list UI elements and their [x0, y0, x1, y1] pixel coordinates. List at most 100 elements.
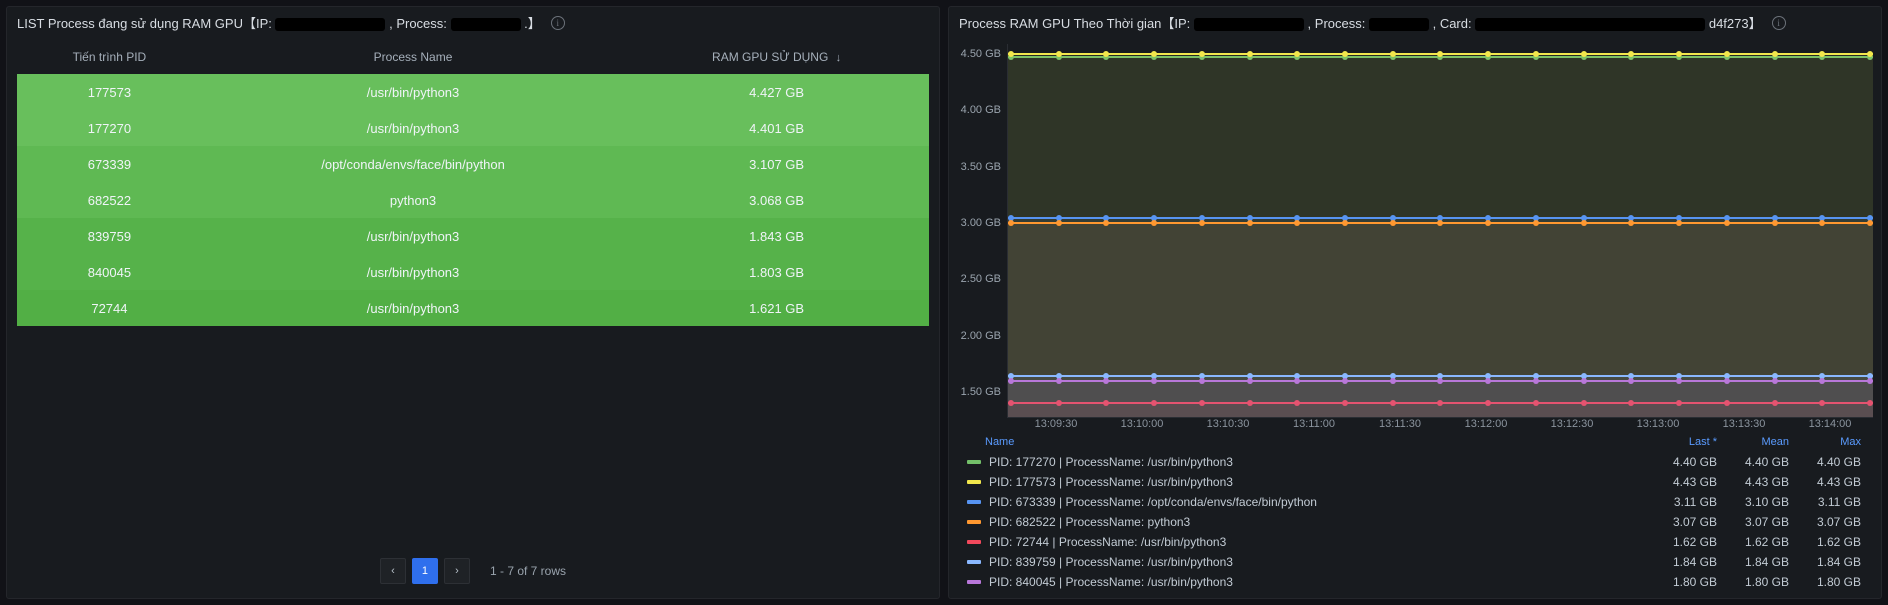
legend-row[interactable]: PID: 673339 | ProcessName: /opt/conda/en… [959, 492, 1869, 512]
pager-page-1[interactable]: 1 [412, 558, 438, 584]
legend-max: 1.62 GB [1789, 535, 1861, 549]
cell-name: /usr/bin/python3 [202, 110, 624, 146]
plot-area[interactable]: 4.50 GB4.00 GB3.50 GB3.00 GB2.50 GB2.00 … [955, 44, 1873, 418]
chart-title-prefix: Process RAM GPU Theo Thời gian【IP: [959, 16, 1194, 31]
chart-body: 4.50 GB4.00 GB3.50 GB3.00 GB2.50 GB2.00 … [949, 38, 1881, 598]
legend-col-max[interactable]: Max [1789, 436, 1861, 448]
legend-mean: 3.07 GB [1717, 515, 1789, 529]
legend-max: 4.40 GB [1789, 455, 1861, 469]
cell-name: /usr/bin/python3 [202, 254, 624, 290]
legend-swatch [967, 460, 981, 464]
series-line[interactable] [1008, 53, 1873, 55]
x-tick: 13:12:30 [1529, 418, 1615, 430]
info-icon[interactable]: i [551, 16, 565, 30]
legend-col-name[interactable]: Name [985, 436, 1645, 448]
y-tick: 3.50 GB [957, 161, 1001, 173]
legend-label: PID: 839759 | ProcessName: /usr/bin/pyth… [989, 555, 1645, 569]
cell-pid: 673339 [17, 146, 202, 182]
cell-ram: 4.401 GB [624, 110, 929, 146]
chart-panel-header: Process RAM GPU Theo Thời gian【IP: , Pro… [949, 7, 1881, 38]
col-pid[interactable]: Tiến trình PID [17, 42, 202, 74]
cell-pid: 840045 [17, 254, 202, 290]
legend-max: 1.84 GB [1789, 555, 1861, 569]
col-name[interactable]: Process Name [202, 42, 624, 74]
table-row[interactable]: 177573/usr/bin/python34.427 GB [17, 74, 929, 110]
redacted-card [1475, 18, 1705, 31]
pager: ‹ 1 › 1 - 7 of 7 rows [17, 548, 929, 598]
redacted-ip-2 [1194, 18, 1304, 31]
legend-col-mean[interactable]: Mean [1717, 436, 1789, 448]
legend-header: Name Last * Mean Max [959, 432, 1869, 452]
series-line[interactable] [1008, 222, 1873, 224]
legend-label: PID: 177270 | ProcessName: /usr/bin/pyth… [989, 455, 1645, 469]
cell-pid: 682522 [17, 182, 202, 218]
legend-mean: 1.62 GB [1717, 535, 1789, 549]
legend-col-last[interactable]: Last * [1645, 436, 1717, 448]
redacted-process [451, 18, 521, 31]
y-tick: 2.00 GB [957, 330, 1001, 342]
chart-panel: Process RAM GPU Theo Thời gian【IP: , Pro… [948, 6, 1882, 599]
legend-row[interactable]: PID: 840045 | ProcessName: /usr/bin/pyth… [959, 572, 1869, 592]
legend-row[interactable]: PID: 839759 | ProcessName: /usr/bin/pyth… [959, 552, 1869, 572]
cell-ram: 1.843 GB [624, 218, 929, 254]
chart-title-code: d4f273】 [1709, 16, 1762, 31]
series-line[interactable] [1008, 217, 1873, 219]
info-icon[interactable]: i [1772, 16, 1786, 30]
legend: Name Last * Mean Max PID: 177270 | Proce… [955, 430, 1873, 592]
legend-last: 3.11 GB [1645, 495, 1717, 509]
series-line[interactable] [1008, 375, 1873, 377]
legend-swatch [967, 500, 981, 504]
cell-name: /usr/bin/python3 [202, 218, 624, 254]
legend-row[interactable]: PID: 177573 | ProcessName: /usr/bin/pyth… [959, 472, 1869, 492]
table-row[interactable]: 839759/usr/bin/python31.843 GB [17, 218, 929, 254]
table-row[interactable]: 840045/usr/bin/python31.803 GB [17, 254, 929, 290]
legend-swatch [967, 520, 981, 524]
legend-row[interactable]: PID: 682522 | ProcessName: python3 3.07 G… [959, 512, 1869, 532]
legend-row[interactable]: PID: 72744 | ProcessName: /usr/bin/pytho… [959, 532, 1869, 552]
legend-swatch [967, 540, 981, 544]
x-tick: 13:10:00 [1099, 418, 1185, 430]
sort-desc-icon: ↓ [836, 52, 842, 64]
legend-last: 1.62 GB [1645, 535, 1717, 549]
legend-last: 1.84 GB [1645, 555, 1717, 569]
y-tick: 2.50 GB [957, 273, 1001, 285]
x-tick: 13:13:00 [1615, 418, 1701, 430]
pager-rows-text: 1 - 7 of 7 rows [490, 564, 566, 578]
legend-label: PID: 673339 | ProcessName: /opt/conda/en… [989, 495, 1645, 509]
table-title-suffix: .】 [524, 16, 541, 31]
pager-prev-button[interactable]: ‹ [380, 558, 406, 584]
legend-label: PID: 177573 | ProcessName: /usr/bin/pyth… [989, 475, 1645, 489]
legend-swatch [967, 560, 981, 564]
y-tick: 4.00 GB [957, 104, 1001, 116]
cell-ram: 1.803 GB [624, 254, 929, 290]
legend-swatch [967, 480, 981, 484]
redacted-process-2 [1369, 18, 1429, 31]
legend-mean: 3.10 GB [1717, 495, 1789, 509]
series-fill [1008, 380, 1873, 417]
col-ram[interactable]: RAM GPU SỬ DỤNG ↓ [624, 42, 929, 74]
series-line[interactable] [1008, 380, 1873, 382]
cell-pid: 839759 [17, 218, 202, 254]
legend-label: PID: 682522 | ProcessName: python3 [989, 515, 1645, 529]
legend-mean: 1.80 GB [1717, 575, 1789, 589]
x-tick: 13:13:30 [1701, 418, 1787, 430]
table-wrap: Tiến trình PID Process Name RAM GPU SỬ D… [7, 38, 939, 598]
table-panel-header: LIST Process đang sử dụng RAM GPU【IP: , … [7, 7, 939, 38]
process-table: Tiến trình PID Process Name RAM GPU SỬ D… [17, 42, 929, 326]
plot[interactable] [1007, 44, 1873, 418]
process-table-panel: LIST Process đang sử dụng RAM GPU【IP: , … [6, 6, 940, 599]
legend-mean: 1.84 GB [1717, 555, 1789, 569]
legend-mean: 4.40 GB [1717, 455, 1789, 469]
pager-next-button[interactable]: › [444, 558, 470, 584]
table-row[interactable]: 682522python33.068 GB [17, 182, 929, 218]
cell-name: python3 [202, 182, 624, 218]
cell-name: /usr/bin/python3 [202, 74, 624, 110]
table-row[interactable]: 177270/usr/bin/python34.401 GB [17, 110, 929, 146]
cell-name: /usr/bin/python3 [202, 290, 624, 326]
table-row[interactable]: 673339/opt/conda/envs/face/bin/python3.1… [17, 146, 929, 182]
cell-ram: 4.427 GB [624, 74, 929, 110]
cell-pid: 177573 [17, 74, 202, 110]
legend-row[interactable]: PID: 177270 | ProcessName: /usr/bin/pyth… [959, 452, 1869, 472]
legend-label: PID: 72744 | ProcessName: /usr/bin/pytho… [989, 535, 1645, 549]
table-row[interactable]: 72744/usr/bin/python31.621 GB [17, 290, 929, 326]
